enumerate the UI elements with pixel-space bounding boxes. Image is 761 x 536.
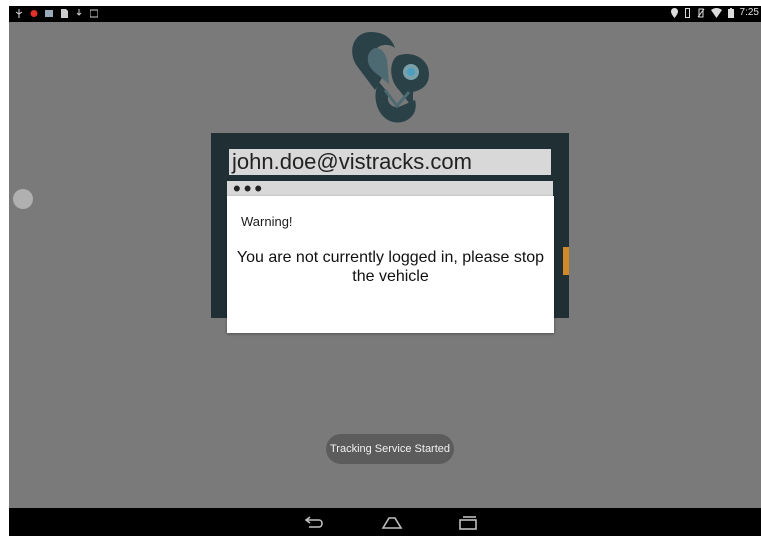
notification-dot-icon [30,10,38,17]
vibrate-icon [684,7,690,18]
login-button-edge[interactable] [563,247,569,275]
status-bar-notifications [15,9,98,18]
sd-card-icon [61,9,68,18]
dialog-title: Warning! [241,214,293,229]
location-icon [670,7,678,18]
home-icon[interactable] [379,512,405,532]
warning-dialog: Warning! You are not currently logged in… [227,196,554,333]
status-time: 7:25 [739,7,759,18]
battery-icon [727,7,734,18]
usb-icon [15,9,23,18]
toast-message: Tracking Service Started [326,434,454,464]
status-bar-system: 7:25 [670,7,759,18]
recents-icon[interactable] [455,512,481,532]
wifi-icon [710,7,722,18]
email-field[interactable]: john.doe@vistracks.com [227,147,553,177]
device-screen: 7:25 john.doe@vistracks.com ••• Warning!… [9,6,761,536]
navigation-bar [9,508,761,536]
download-icon [76,9,82,16]
back-icon[interactable] [301,512,327,532]
no-sim-icon [697,8,704,17]
side-drawer-handle[interactable] [13,189,33,209]
dialog-message: You are not currently logged in, please … [236,249,545,285]
app-notification-icon [45,10,53,17]
gallery-icon [90,9,98,18]
vistracks-logo [352,32,429,123]
status-bar: 7:25 [9,6,761,22]
